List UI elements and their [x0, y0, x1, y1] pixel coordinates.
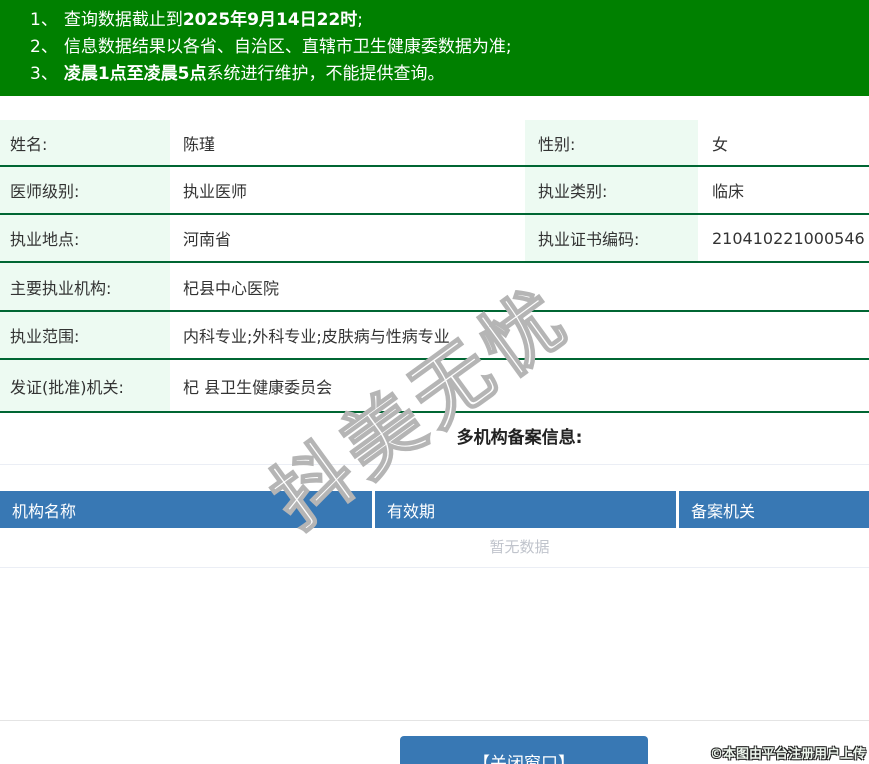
- field-value-main-institution: 杞县中心医院: [183, 278, 280, 298]
- bottom-divider: [0, 720, 869, 721]
- field-value-practice-scope: 内科专业;外科专业;皮肤病与性病专业: [183, 327, 450, 346]
- table-row: 执业范围: 内科专业;外科专业;皮肤病与性病专业: [0, 312, 869, 360]
- notice-text-bold: 凌晨1点至凌晨5点: [63, 64, 207, 84]
- field-label-doctor-level: 医师级别:: [0, 167, 170, 213]
- field-label-name: 姓名:: [0, 120, 170, 165]
- notice-text: ;: [357, 10, 364, 30]
- field-label-gender: 性别:: [525, 120, 698, 165]
- empty-data-placeholder: 暂无数据: [0, 528, 869, 568]
- field-value-practice-category: 临床: [712, 182, 745, 201]
- practitioner-info-table: 姓名: 陈瑾 性别: 女 医师级别: 执业医师 执业类别: 临床 执业地点: 河…: [0, 120, 869, 413]
- notice-line-1: 1、 查询数据截止到2025年9月14日22时;: [30, 7, 859, 34]
- field-label-certificate-number: 执业证书编码:: [525, 215, 698, 261]
- notice-line-3: 3、 凌晨1点至凌晨5点系统进行维护，不能提供查询。: [30, 61, 859, 88]
- table-row: 发证(批准)机关: 杞 县卫生健康委员会: [0, 360, 869, 413]
- field-value-name: 陈瑾: [183, 134, 216, 154]
- notice-number: 2、: [30, 37, 58, 57]
- field-label-practice-scope: 执业范围:: [0, 312, 170, 358]
- query-result-page: 1、 查询数据截止到2025年9月14日22时; 2、 信息数据结果以各省、自治区、…: [0, 0, 869, 764]
- column-header-institution-name: 机构名称: [0, 491, 375, 528]
- upload-credit-watermark: ©本图由平台注册用户上传: [709, 747, 866, 762]
- field-value-issuing-authority: 杞 县卫生健康委员会: [183, 377, 333, 397]
- column-header-registration-authority: 备案机关: [691, 501, 756, 521]
- notice-text: 查询数据截止到: [63, 10, 183, 30]
- field-label-main-institution: 主要执业机构:: [0, 263, 170, 310]
- field-value-doctor-level: 执业医师: [183, 182, 248, 201]
- notice-text: 系统进行维护，不能提供查询。: [206, 64, 445, 84]
- notice-text: 信息数据结果以各省、自治区、直辖市卫生健康委数据为准;: [63, 37, 512, 57]
- table-row: 姓名: 陈瑾 性别: 女: [0, 120, 869, 167]
- notice-number: 3、: [30, 64, 58, 84]
- field-value-gender: 女: [712, 134, 729, 154]
- notice-line-2: 2、 信息数据结果以各省、自治区、直辖市卫生健康委数据为准;: [30, 34, 859, 61]
- field-value-practice-location: 河南省: [183, 230, 232, 249]
- notice-number: 1、: [30, 10, 58, 30]
- field-label-issuing-authority: 发证(批准)机关:: [0, 360, 170, 411]
- registration-table-header: 机构名称 有效期 备案机关: [0, 491, 869, 528]
- notice-text-bold: 2025年9月14日22时: [182, 10, 358, 30]
- field-label-practice-location: 执业地点:: [0, 215, 170, 261]
- field-value-certificate-number: 210410221000546: [712, 228, 865, 248]
- table-row: 医师级别: 执业医师 执业类别: 临床: [0, 167, 869, 215]
- close-window-button[interactable]: 【关闭窗口】: [400, 736, 648, 764]
- multi-institution-section-title: 多机构备案信息:: [0, 413, 869, 465]
- table-row: 执业地点: 河南省 执业证书编码: 210410221000546: [0, 215, 869, 263]
- field-label-practice-category: 执业类别:: [525, 167, 698, 213]
- column-header-validity-period: 有效期: [375, 491, 679, 528]
- notice-bar: 1、 查询数据截止到2025年9月14日22时; 2、 信息数据结果以各省、自治区、…: [0, 0, 869, 96]
- table-row: 主要执业机构: 杞县中心医院: [0, 263, 869, 312]
